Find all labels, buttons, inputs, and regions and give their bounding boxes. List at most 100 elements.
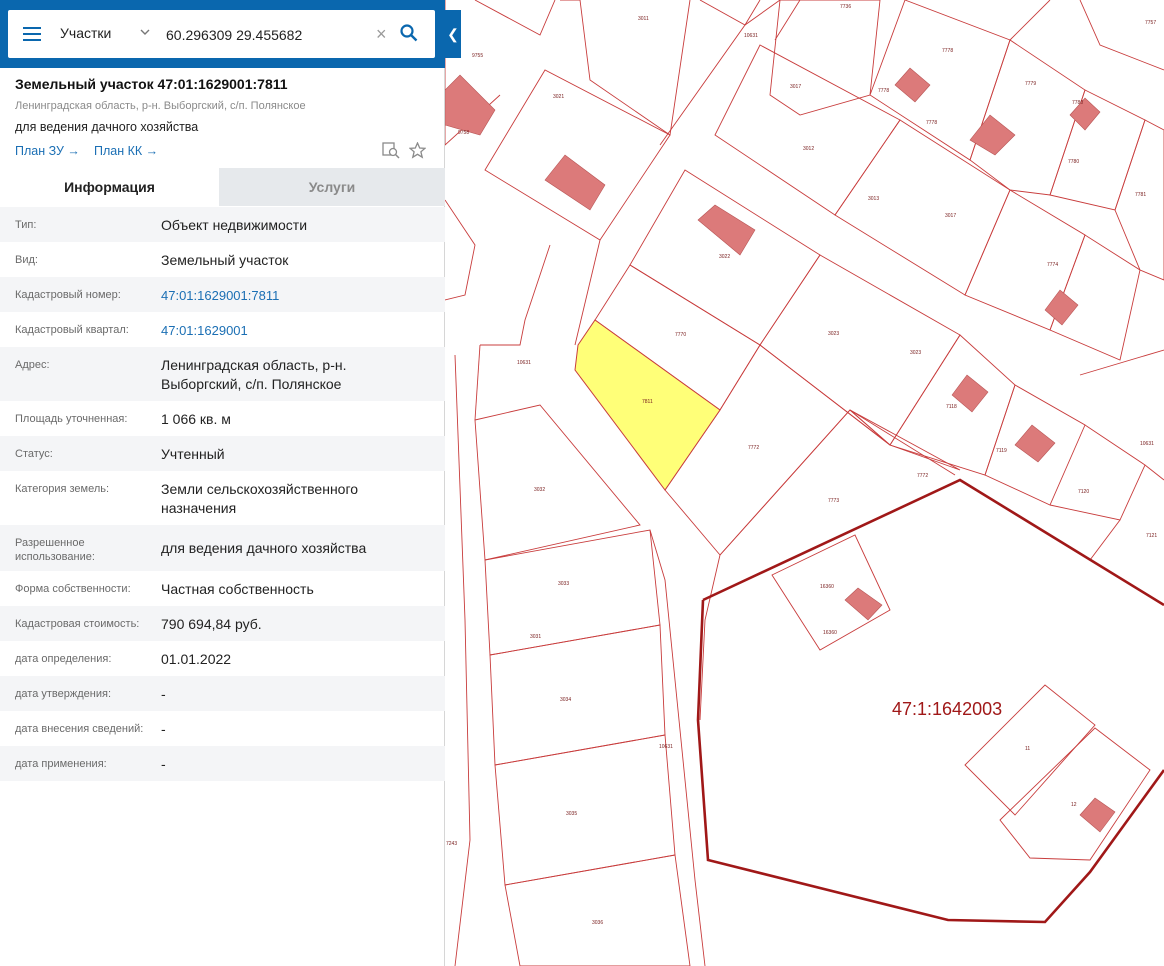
- parcel-boundary: [560, 0, 691, 136]
- search-icon[interactable]: [400, 24, 418, 42]
- parcel-number-label: 3023: [828, 331, 839, 337]
- parcel-number-label: 3034: [560, 697, 571, 703]
- building: [969, 114, 1016, 156]
- building: [1079, 797, 1116, 833]
- parcel-number-label: 10631: [517, 360, 531, 366]
- info-label: дата определения:: [15, 653, 112, 665]
- info-label: Разрешенное использование:: [15, 537, 95, 563]
- parcel-number-label: 7778: [926, 120, 937, 126]
- search-box: Участки ×: [8, 10, 435, 58]
- building: [697, 204, 756, 256]
- building: [844, 587, 883, 621]
- parcel-number-label: 7736: [840, 4, 851, 10]
- parcel-number-label: 3031: [530, 634, 541, 640]
- parcel-boundary: [484, 529, 661, 656]
- parcel-number-label: 7811: [642, 399, 653, 405]
- tab-information[interactable]: Информация: [0, 168, 219, 206]
- parcel-number-label: 3017: [945, 213, 956, 219]
- info-label: Категория земель:: [15, 483, 110, 495]
- favorite-star-icon[interactable]: [409, 142, 426, 159]
- parcel-number-label: 7757: [1145, 20, 1156, 26]
- parcel-number-label: 10631: [659, 744, 673, 750]
- parcel-boundary: [1049, 89, 1146, 211]
- parcel-number-label: 7778: [942, 48, 953, 54]
- clear-icon[interactable]: ×: [376, 25, 387, 43]
- parcel-boundary: [849, 409, 961, 471]
- building: [951, 374, 989, 413]
- parcel-boundary: [1079, 349, 1164, 376]
- info-label: Адрес:: [15, 359, 50, 371]
- parcel-boundary: [774, 0, 801, 41]
- search-input[interactable]: [164, 22, 368, 48]
- parcel-number-label: 7243: [446, 841, 457, 847]
- info-label: Тип:: [15, 219, 37, 231]
- quarter-number-label: 47:1:1642003: [892, 699, 1003, 719]
- parcel-number-label: 3036: [592, 920, 603, 926]
- info-value: -: [161, 686, 166, 702]
- parcel-number-label: 7778: [878, 88, 889, 94]
- info-row: Статус: Учтенный: [0, 436, 445, 471]
- info-row: Форма собственности: Частная собственност…: [0, 571, 445, 606]
- quarter-boundary: [696, 599, 1164, 924]
- parcel-boundary: [999, 727, 1151, 861]
- info-label: Статус:: [15, 448, 53, 460]
- info-value: -: [161, 721, 166, 737]
- parcel-boundary: [474, 0, 556, 36]
- info-label: Вид:: [15, 254, 38, 266]
- info-row: Кадастровая стоимость: 790 694,84 руб.: [0, 606, 445, 641]
- find-on-map-icon[interactable]: [382, 142, 400, 159]
- info-row: Вид: Земельный участок: [0, 242, 445, 277]
- tab-services[interactable]: Услуги: [219, 168, 445, 206]
- info-value: 01.01.2022: [161, 651, 232, 667]
- top-bar: Участки ×: [0, 0, 445, 68]
- collapse-panel-button[interactable]: ❮: [445, 10, 461, 58]
- parcel-boundary: [484, 69, 671, 241]
- parcel-boundary: [474, 344, 481, 421]
- parcel-number-label: 16360: [823, 630, 837, 636]
- info-label: Кадастровая стоимость:: [15, 618, 140, 630]
- parcel-boundary: [494, 734, 676, 886]
- parcel-boundary: [480, 244, 551, 346]
- parcel-number-label: 7120: [1078, 489, 1089, 495]
- info-row: дата применения: -: [0, 746, 445, 781]
- parcel-boundary: [699, 554, 721, 721]
- parcel-number-label: 7780: [1068, 159, 1079, 165]
- parcel-number-label: 3023: [910, 350, 921, 356]
- map-canvas[interactable]: 7811 7770 7772 7772 7773 3032 3021 3011 …: [445, 0, 1164, 966]
- cadastral-number-link[interactable]: 47:01:1629001:7811: [161, 286, 431, 305]
- cadastral-quarter-link[interactable]: 47:01:1629001: [161, 321, 431, 340]
- object-type-select[interactable]: Участки: [60, 25, 111, 41]
- parcel-boundary: [769, 0, 881, 116]
- cadastral-map[interactable]: 7811 7770 7772 7772 7773 3032 3021 3011 …: [445, 0, 1164, 966]
- info-panel: Участки × Земельный участок 47:01:162900…: [0, 0, 445, 966]
- parcel-number-label: 3032: [534, 487, 545, 493]
- building: [1014, 424, 1056, 463]
- parcel-number-label: 7772: [748, 445, 759, 451]
- info-label: Кадастровый квартал:: [15, 324, 129, 336]
- info-value: Ленинградская область, р-н. Выборгский, …: [161, 357, 347, 392]
- info-row: Разрешенное использование: для ведения да…: [0, 525, 445, 571]
- parcel-number-label: 3022: [719, 254, 730, 260]
- info-label: Кадастровый номер:: [15, 289, 121, 301]
- parcel-boundary: [664, 344, 891, 556]
- info-row: Кадастровый квартал: 47:01:1629001: [0, 312, 445, 347]
- parcel-boundary: [969, 39, 1086, 196]
- parcel-number-label: 3017: [790, 84, 801, 90]
- chevron-down-icon[interactable]: [140, 28, 150, 36]
- parcel-number-label: 3033: [558, 581, 569, 587]
- info-row: дата определения: 01.01.2022: [0, 641, 445, 676]
- selected-parcel[interactable]: [574, 319, 721, 491]
- hamburger-menu-icon[interactable]: [23, 27, 41, 41]
- parcel-number-label: 16360: [820, 584, 834, 590]
- info-row: Площадь уточненная: 1 066 кв. м: [0, 401, 445, 436]
- parcel-boundary: [1009, 0, 1051, 41]
- parcel-number-label: 9755: [472, 53, 483, 59]
- building: [544, 154, 606, 211]
- parcel-number-label: 9758: [458, 130, 469, 136]
- parcel-number-label: 12: [1071, 802, 1077, 808]
- plan-zu-link[interactable]: План ЗУ →: [15, 144, 80, 158]
- parcel-number-label: 7780: [1072, 100, 1083, 106]
- parcel-number-label: 7772: [917, 473, 928, 479]
- address-subtitle: Ленинградская область, р-н. Выборгский, …: [15, 100, 306, 112]
- plan-kk-link[interactable]: План КК →: [94, 144, 158, 158]
